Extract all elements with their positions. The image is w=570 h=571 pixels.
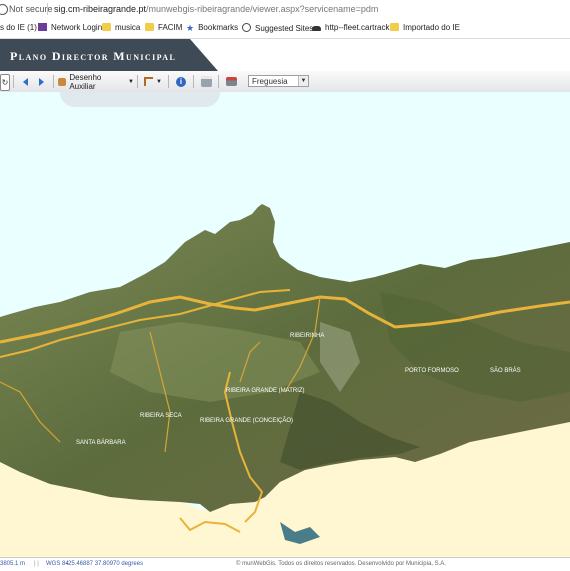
info-icon: i [176,76,186,87]
status-separator: | | [34,561,39,567]
folder-icon [145,23,154,31]
tools-menu[interactable]: ▼ [143,74,163,89]
divider [13,75,14,88]
desenho-auxiliar-label: Desenho Auxiliar [69,72,102,91]
app-header: Plano Director Municipal [0,39,570,71]
bookmark-ie[interactable]: s do IE (1) [0,23,37,32]
status-bar: 3805.1 m | | WGS 84 -25.46887 37.80970 d… [0,557,570,571]
arrow-left-icon [22,77,28,86]
address-bar[interactable]: Not secure sig.cm-ribeiragrande.pt/munwe… [0,0,570,19]
bookmark-label: http--fleet.cartrack [325,23,390,32]
drawing-icon [58,77,67,86]
bookmark-importado[interactable]: Importado do IE [390,23,460,32]
folder-icon [102,23,111,31]
forward-button[interactable] [36,74,46,89]
header-shadow [60,92,220,107]
folder-icon [390,23,399,31]
refresh-icon: ↻ [1,78,9,87]
globe-icon [242,23,251,32]
refresh-button[interactable]: ↻ [0,74,10,91]
car-icon [312,26,321,31]
freguesia-value: Freguesia [252,77,288,86]
printer-icon [200,76,212,87]
bookmark-musica[interactable]: musica [102,23,140,32]
security-label: Not secure [9,4,53,14]
layers-icon [225,77,237,86]
divider [137,75,138,88]
tools-icon [144,77,154,86]
bookmark-label: FACIM [158,23,183,32]
coordinates-readout: -25.46887 37.80970 degrees [66,561,144,567]
map-label-ribeira-grande-matriz: RIBEIRA GRANDE (MATRIZ) [226,388,305,394]
bookmark-facim[interactable]: FACIM [145,23,182,32]
divider [53,75,54,88]
star-icon: ★ [186,23,195,33]
map-label-ribeirinha: RIBEIRINHA [290,333,324,339]
map-label-ribeira-seca: RIBEIRA SECA [140,413,182,419]
bookmarks-bar: s do IE (1) Network Login musica FACIM ★… [0,19,570,39]
freguesia-select[interactable]: Freguesia ▼ [248,75,309,87]
bookmark-network-login[interactable]: Network Login [38,23,102,32]
scale-readout: 3805.1 m [0,561,26,567]
chevron-down-icon: ▼ [298,76,308,86]
bookmark-bookmarks[interactable]: ★ Bookmarks [186,23,238,34]
bookmark-label: s do IE (1) [0,23,37,32]
back-button[interactable] [20,74,30,89]
map-label-sao-bras: SÃO BRÁS [490,367,521,374]
bookmark-label: Network Login [51,23,103,32]
url-host: sig.cm-ribeiragrande.pt [54,4,147,14]
layers-button[interactable] [224,74,238,89]
info-button[interactable]: i [175,74,187,89]
info-icon[interactable] [0,4,8,15]
map-toolbar: ↻ Desenho Auxiliar ▼ ▼ i Freguesia ▼ [0,71,570,93]
bookmark-page-icon [38,23,47,31]
map-label-santa-barbara: SANTA BÁRBARA [76,439,126,446]
chevron-down-icon: ▼ [128,78,134,85]
divider [218,75,219,88]
map-svg: RIBEIRINHA RIBEIRA GRANDE (MATRIZ) RIBEI… [0,92,570,557]
bookmark-label: Bookmarks [198,23,239,32]
bookmark-label: musica [115,23,141,32]
map-label-ribeira-grande-conceicao: RIBEIRA GRANDE (CONCEIÇÃO) [200,417,293,424]
bookmark-suggested-sites[interactable]: Suggested Sites [242,23,313,33]
map-canvas[interactable]: RIBEIRINHA RIBEIRA GRANDE (MATRIZ) RIBEI… [0,92,570,557]
divider [47,3,48,15]
chevron-down-icon: ▼ [156,78,162,85]
bookmark-label: Suggested Sites [255,24,314,33]
url-text[interactable]: sig.cm-ribeiragrande.pt/munwebgis-ribeir… [54,4,378,14]
page-title: Plano Director Municipal [10,49,177,63]
divider [168,75,169,88]
divider [193,75,194,88]
print-button[interactable] [199,74,213,89]
map-label-porto-formoso: PORTO FORMOSO [405,368,459,374]
url-path: /munwebgis-ribeiragrande/viewer.aspx?ser… [146,4,379,14]
bookmark-label: Importado do IE [403,23,460,32]
footer-copyright: © munWebGis. Todos os direitos reservado… [236,561,446,567]
arrow-right-icon [38,77,44,86]
desenho-auxiliar-menu[interactable]: Desenho Auxiliar ▼ [58,72,134,91]
bookmark-fleet-cartrack[interactable]: http--fleet.cartrack [312,23,389,32]
